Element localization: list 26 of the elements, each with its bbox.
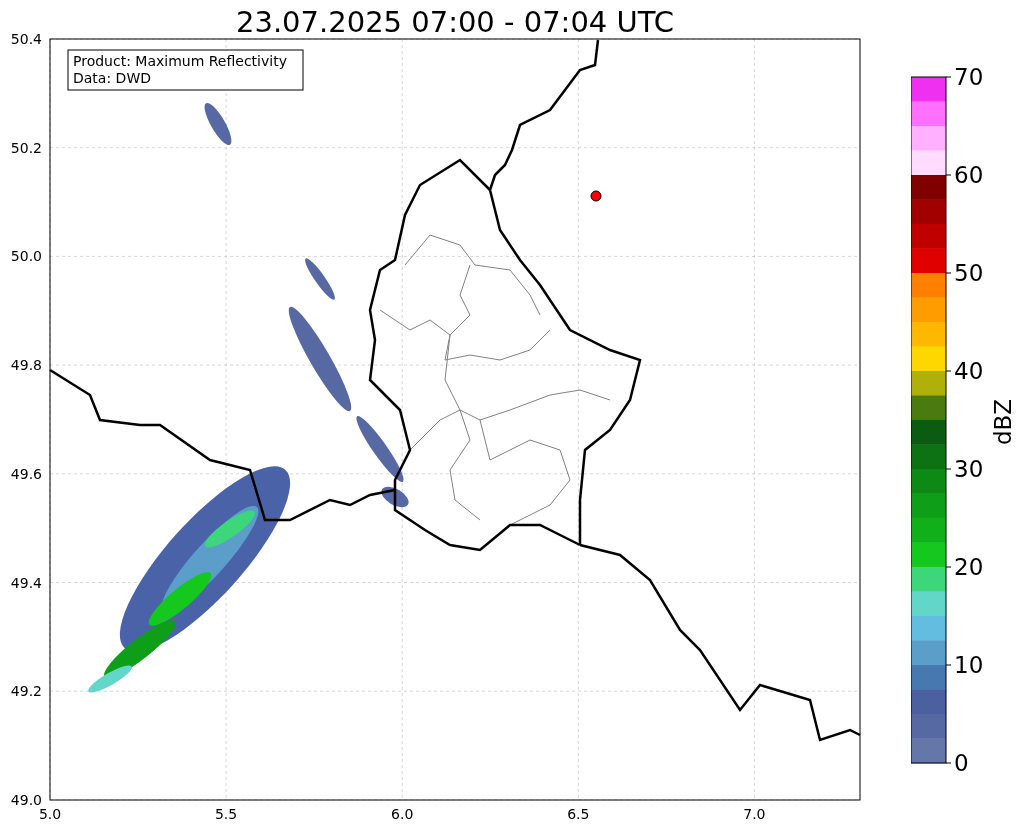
colorbar-tick-label: 60 [954, 162, 984, 188]
y-tick-label: 49.6 [10, 465, 42, 482]
location-marker [590, 190, 602, 202]
info-text: Product: Maximum Reflectivity [73, 53, 287, 69]
colorbar-tick-label: 30 [954, 456, 984, 482]
y-tick-label: 49.2 [10, 683, 42, 700]
colorbar-tick-label: 0 [954, 750, 969, 776]
y-tick-label: 49.8 [10, 357, 42, 374]
x-tick-label: 6.5 [567, 806, 590, 822]
x-tick-label: 5.0 [38, 806, 62, 822]
y-tick-label: 50.0 [10, 248, 42, 265]
colorbar-label: dBZ [990, 398, 1016, 446]
y-tick-label: 49.0 [10, 791, 42, 808]
chart-title: 23.07.2025 07:00 - 07:04 UTC [235, 4, 675, 39]
y-tick-label: 49.4 [10, 574, 42, 591]
x-tick-label: 6.0 [391, 806, 414, 822]
x-tick-label: 7.0 [743, 806, 766, 822]
colorbar-tick-label: 20 [954, 554, 984, 580]
y-tick-label: 50.4 [10, 31, 42, 47]
colorbar-tick-label: 10 [954, 652, 984, 678]
info-text: Data: DWD [73, 70, 151, 86]
colorbar-tick-label: 50 [954, 260, 984, 286]
colorbar-tick-label: 70 [954, 64, 984, 90]
x-tick-label: 5.5 [214, 806, 238, 822]
y-tick-label: 50.2 [10, 139, 42, 156]
colorbar-tick-label: 40 [954, 358, 984, 384]
